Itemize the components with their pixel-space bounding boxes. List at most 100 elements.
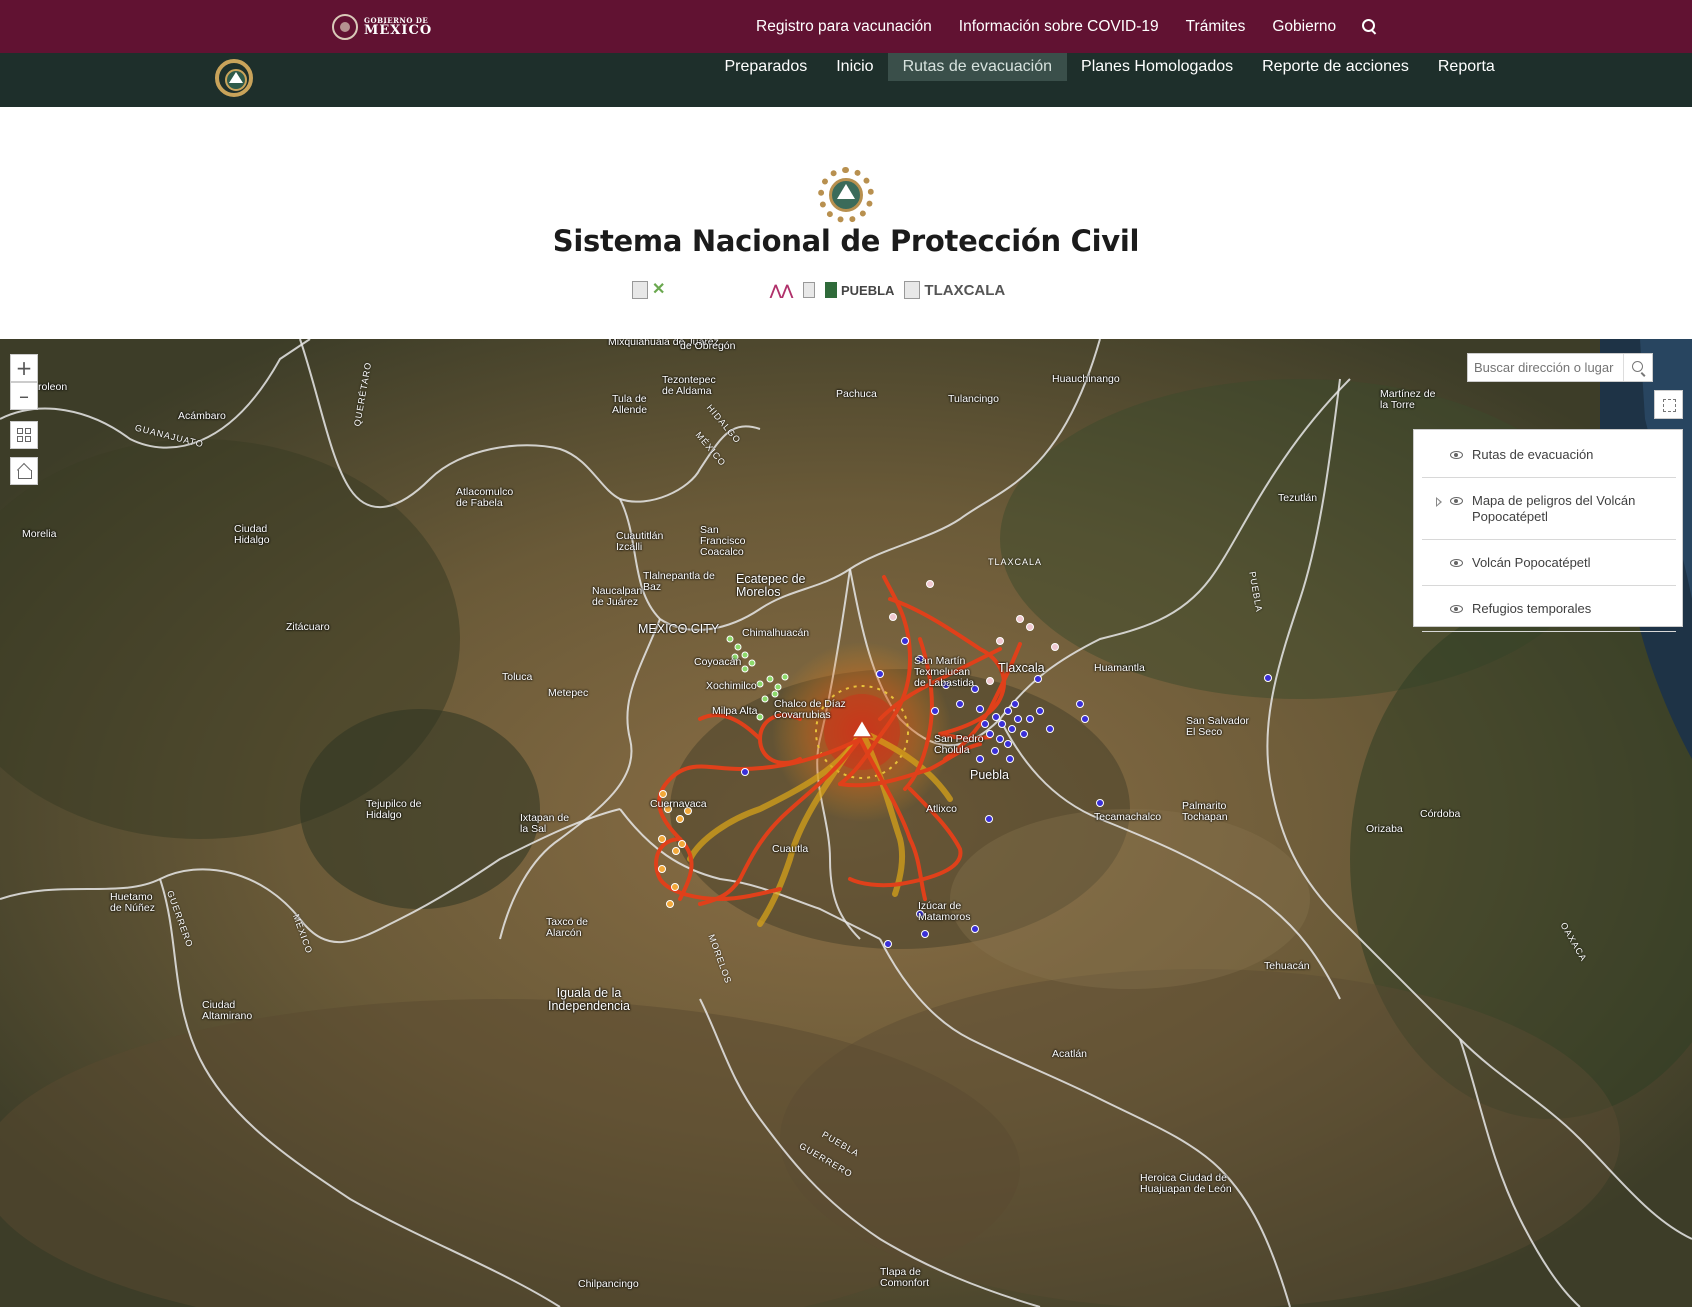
layer-mapa-peligros[interactable]: Mapa de peligros del Volcán Popocatépetl xyxy=(1422,478,1676,540)
puebla-logo-text: PUEBLA xyxy=(840,282,895,298)
logo-big-text: MÉXICO xyxy=(364,23,433,38)
place-label: de Obregón xyxy=(680,340,736,352)
place-label: Tula de Allende xyxy=(612,393,648,416)
gov-nav: Registro para vacunación Información sob… xyxy=(756,0,1379,53)
search-icon[interactable] xyxy=(1361,18,1379,36)
basemap-gallery-button[interactable] xyxy=(10,421,38,449)
eye-icon[interactable] xyxy=(1450,605,1463,613)
place-label: Orizaba xyxy=(1366,823,1403,835)
layer-rutas-evacuacion[interactable]: Rutas de evacuación xyxy=(1422,432,1676,478)
place-label: Pachuca xyxy=(836,388,877,400)
place-label: Tezontepec de Aldama xyxy=(662,374,716,397)
place-label: Xochimilco xyxy=(706,680,757,692)
place-label: Ciudad Hidalgo xyxy=(234,523,270,546)
gov-link-gobierno[interactable]: Gobierno xyxy=(1272,18,1336,36)
place-label: Palmarito Tochapan xyxy=(1182,800,1228,823)
proteccion-civil-emblem-icon xyxy=(818,167,874,223)
morelos-logo xyxy=(802,281,815,299)
place-label: Chalco de Díaz Covarrubias xyxy=(774,698,846,721)
place-label: Puebla xyxy=(970,768,1009,782)
place-label: Chimalhuacán xyxy=(742,627,810,639)
map-search xyxy=(1467,353,1653,382)
place-label: Naucalpan de Juárez xyxy=(592,585,643,608)
eye-icon[interactable] xyxy=(1450,559,1463,567)
eagle-seal-icon xyxy=(332,14,358,40)
fullscreen-icon[interactable] xyxy=(1654,390,1683,419)
place-label: MEXICO CITY xyxy=(638,622,720,636)
evacuation-routes-map[interactable]: Mixquiahuala de Juárez de Obregón Tezont… xyxy=(0,339,1692,1307)
puebla-logo: PUEBLA xyxy=(824,281,895,299)
cdmx-shield-icon xyxy=(632,281,648,299)
gov-top-bar: GOBIERNO DE MÉXICO Registro para vacunac… xyxy=(0,0,1692,53)
gov-link-registro-vacunacion[interactable]: Registro para vacunación xyxy=(756,18,932,36)
place-label: San Pedro Cholula xyxy=(934,733,984,756)
place-label: Tulancingo xyxy=(948,393,999,405)
place-label: Metepec xyxy=(548,687,589,699)
place-label: Toluca xyxy=(502,671,533,683)
home-button[interactable] xyxy=(10,457,38,485)
search-icon[interactable] xyxy=(1623,354,1652,381)
place-label: Cuautla xyxy=(772,843,809,855)
place-label: Atlacomulco de Fabela xyxy=(456,486,514,509)
nav-inicio[interactable]: Inicio xyxy=(822,53,888,81)
layer-label: Rutas de evacuación xyxy=(1472,447,1594,462)
nav-reporta[interactable]: Reporta xyxy=(1423,53,1509,81)
place-label: Tlalnepantla de Baz xyxy=(643,570,715,593)
gov-link-covid[interactable]: Información sobre COVID-19 xyxy=(959,18,1159,36)
place-label: Huauchinango xyxy=(1052,373,1120,385)
place-label: roleon xyxy=(38,381,68,393)
place-label: Cuernavaca xyxy=(650,798,707,810)
zoom-out-button[interactable]: – xyxy=(10,382,38,410)
place-label: Huamantla xyxy=(1094,662,1145,674)
gov-link-tramites[interactable]: Trámites xyxy=(1186,18,1246,36)
nav-reporte-acciones[interactable]: Reporte de acciones xyxy=(1248,53,1424,81)
tlaxcala-shield-icon xyxy=(904,281,921,299)
state-label: TLAXCALA xyxy=(988,557,1043,567)
place-label: Taxco de Alarcón xyxy=(546,916,589,939)
tlaxcala-logo: TLAXCALA xyxy=(904,281,1005,299)
layer-list: Rutas de evacuación Mapa de peligros del… xyxy=(1413,429,1683,632)
place-label: Córdoba xyxy=(1420,808,1461,820)
eye-icon[interactable] xyxy=(1450,451,1463,459)
place-label: Martínez de la Torre xyxy=(1380,388,1436,411)
place-label: Huetamo de Núñez xyxy=(110,891,155,914)
nav-planes-homologados[interactable]: Planes Homologados xyxy=(1067,53,1248,81)
place-label: Tezutlán xyxy=(1278,492,1318,504)
place-label: Izúcar de Matamoros xyxy=(918,900,971,923)
place-label: Heroica Ciudad de Huajuapan de León xyxy=(1140,1172,1232,1195)
place-label: San Salvador El Seco xyxy=(1186,715,1250,738)
place-label: Tehuacán xyxy=(1264,960,1310,972)
place-label: Cuautitlán Izcalli xyxy=(616,530,664,553)
puebla-mark-icon xyxy=(824,282,837,298)
place-label: San Francisco Coacalco xyxy=(700,524,746,558)
zoom-in-button[interactable]: + xyxy=(10,354,38,382)
morelos-shield-icon xyxy=(802,282,815,298)
layer-label: Mapa de peligros del Volcán Popocatépetl xyxy=(1472,493,1636,524)
tlaxcala-logo-text: TLAXCALA xyxy=(924,281,1006,299)
layer-label: Refugios temporales xyxy=(1472,601,1592,616)
cdmx-logo: ✕ xyxy=(632,281,726,299)
state-logos: ✕ ⋀⋀ PUEBLA TLAXCALA xyxy=(632,279,1005,301)
layer-label: Volcán Popocatépetl xyxy=(1472,555,1591,570)
place-label: Atlixco xyxy=(926,803,957,815)
place-label: Acámbaro xyxy=(178,410,226,422)
place-label: Ixtapan de la Sal xyxy=(520,812,570,835)
place-label: Ciudad Altamirano xyxy=(202,999,253,1022)
gobierno-de-mexico-logo[interactable]: GOBIERNO DE MÉXICO xyxy=(332,12,432,42)
layer-volcan-popocatepetl[interactable]: Volcán Popocatépetl xyxy=(1422,540,1676,586)
eye-icon[interactable] xyxy=(1450,497,1463,505)
site-nav: Preparados Inicio Rutas de evacuación Pl… xyxy=(710,53,1509,81)
place-label: Tecamachalco xyxy=(1094,811,1162,823)
nav-preparados[interactable]: Preparados xyxy=(710,53,822,81)
place-label: Tejupilco de Hidalgo xyxy=(366,798,422,821)
proteccion-civil-logo-icon[interactable] xyxy=(215,59,253,97)
place-label: Chilpancingo xyxy=(578,1278,639,1290)
place-label: Morelia xyxy=(22,528,57,540)
expand-caret-icon[interactable] xyxy=(1436,497,1442,507)
place-label: Zitácuaro xyxy=(286,621,330,633)
address-search-input[interactable] xyxy=(1468,354,1623,381)
layer-refugios-temporales[interactable]: Refugios temporales xyxy=(1422,586,1676,632)
edomex-logo: ⋀⋀ xyxy=(736,281,793,299)
grid-icon xyxy=(17,428,31,442)
nav-rutas-evacuacion[interactable]: Rutas de evacuación xyxy=(888,53,1067,81)
